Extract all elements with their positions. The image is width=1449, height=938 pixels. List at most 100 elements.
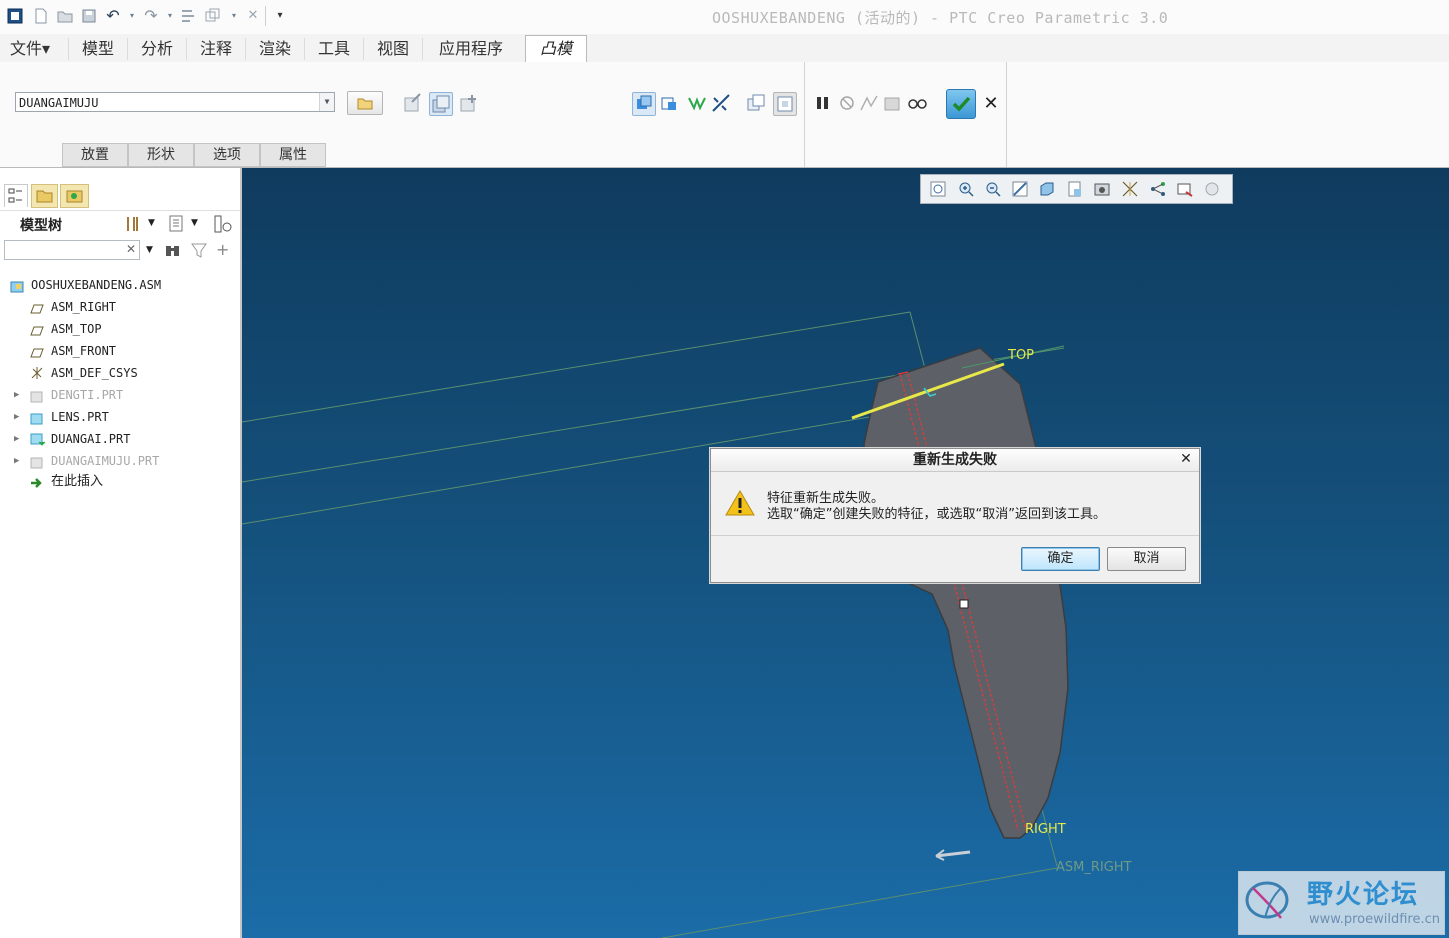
feature-preview-icon[interactable] <box>882 92 904 114</box>
accept-button[interactable] <box>946 89 976 119</box>
insert-arrow-icon <box>30 476 44 488</box>
find-binoculars-icon[interactable] <box>164 240 182 260</box>
refit-icon[interactable] <box>929 180 947 198</box>
windows-icon[interactable] <box>205 8 221 24</box>
expand-arrow-icon[interactable]: ▶ <box>14 385 22 405</box>
close-window-icon[interactable]: ✕ <box>245 8 261 24</box>
tab-render[interactable]: 渲染 <box>245 38 304 60</box>
search-dropdown-icon[interactable]: ▼ <box>146 245 153 255</box>
tree-item-label: DUANGAI.PRT <box>51 432 131 446</box>
subtab-options[interactable]: 选项 <box>194 143 260 167</box>
part-icon <box>30 411 44 425</box>
windows-dropdown-icon[interactable]: ▾ <box>226 8 242 24</box>
tab-view[interactable]: 视图 <box>363 38 422 60</box>
appearance-icon[interactable] <box>1203 180 1221 198</box>
app-icon[interactable] <box>7 8 23 24</box>
dialog-separator <box>711 535 1199 536</box>
spin-center-icon[interactable] <box>1176 180 1194 198</box>
datum-display-icon[interactable] <box>1121 180 1139 198</box>
tree-item-label: LENS.PRT <box>51 410 109 424</box>
checkmark-icon <box>952 96 971 112</box>
tab-model[interactable]: 模型 <box>68 38 127 60</box>
display-style-icon[interactable] <box>1038 180 1056 198</box>
sketch-plane-icon[interactable] <box>745 92 767 114</box>
title-bar: ↶ ▾ ↷ ▾ ▾ ✕ ▾ OOSHUXEBANDENG (活动的) - PTC… <box>0 0 1449 34</box>
model-tree-tab-icon[interactable] <box>4 184 28 207</box>
expand-arrow-icon[interactable]: ▶ <box>14 407 22 427</box>
cancel-button[interactable]: 取消 <box>1107 547 1186 571</box>
forum-name: 野火论坛 <box>1307 880 1420 910</box>
no-preview-icon[interactable] <box>836 92 858 114</box>
tree-item-label: ASM_DEF_CSYS <box>51 366 138 380</box>
favorites-tab-icon[interactable] <box>60 184 89 208</box>
forum-logo-icon <box>1245 881 1289 919</box>
undo-dropdown-icon[interactable]: ▾ <box>124 8 140 24</box>
forum-watermark: 野火论坛 www.proewildfire.cn <box>1238 871 1445 935</box>
save-icon[interactable] <box>81 8 97 24</box>
expand-arrow-icon[interactable]: ▶ <box>14 429 22 449</box>
subtab-shape[interactable]: 形状 <box>128 143 194 167</box>
datum-plane-icon <box>30 301 44 314</box>
tab-tools[interactable]: 工具 <box>304 38 363 60</box>
sketch-view-icon[interactable] <box>773 92 797 116</box>
filter-icon[interactable] <box>190 240 208 260</box>
tab-annotate[interactable]: 注释 <box>186 38 245 60</box>
zoom-in-icon[interactable] <box>957 180 975 198</box>
tree-search-input[interactable]: ✕ <box>4 240 140 260</box>
right-datum-label: RIGHT <box>1025 822 1066 837</box>
verify-glasses-icon[interactable] <box>906 92 928 114</box>
show-dropdown-icon[interactable]: ▼ <box>191 218 198 228</box>
tree-settings-icon[interactable] <box>124 214 142 234</box>
saved-views-icon[interactable] <box>1066 180 1084 198</box>
expand-arrow-icon[interactable]: ▶ <box>14 451 22 471</box>
tab-file[interactable]: 文件▾ <box>0 38 60 60</box>
extrude-surface-icon[interactable] <box>658 92 680 114</box>
selection-marker[interactable] <box>959 599 969 609</box>
subtab-placement[interactable]: 放置 <box>62 143 128 167</box>
define-sketch-icon[interactable] <box>458 92 480 114</box>
tree-item-label: DENGTI.PRT <box>51 388 124 402</box>
flip-direction-icon[interactable] <box>710 92 732 114</box>
clear-search-icon[interactable]: ✕ <box>126 242 136 256</box>
subtab-properties[interactable]: 属性 <box>260 143 326 167</box>
cancel-feature-icon[interactable]: ✕ <box>980 93 1002 115</box>
open-folder-button[interactable] <box>347 91 383 115</box>
tab-punch[interactable]: 凸模 <box>525 35 587 63</box>
tab-applications[interactable]: 应用程序 <box>422 38 519 60</box>
customize-quick-access-icon[interactable]: ▾ <box>272 8 288 24</box>
repaint-icon[interactable] <box>1011 180 1029 198</box>
extrude-solid-icon[interactable] <box>632 92 656 116</box>
undo-icon[interactable]: ↶ <box>105 8 121 24</box>
tree-settings-dropdown-icon[interactable]: ▼ <box>148 218 155 228</box>
show-options-icon[interactable] <box>167 214 185 234</box>
folder-browser-tab-icon[interactable] <box>31 184 58 208</box>
datum-plane-edge <box>661 867 1058 938</box>
redo-dropdown-icon[interactable]: ▾ <box>162 8 178 24</box>
annotation-display-icon[interactable] <box>1149 180 1167 198</box>
ok-button[interactable]: 确定 <box>1021 547 1100 571</box>
close-icon[interactable]: ✕ <box>1179 451 1193 467</box>
quick-access-separator <box>265 6 266 26</box>
top-datum-label: TOP <box>1008 348 1035 363</box>
edit-sketch-icon[interactable] <box>402 92 424 114</box>
csys-icon <box>30 366 44 379</box>
new-file-icon[interactable] <box>33 8 49 24</box>
pause-icon[interactable] <box>812 92 834 114</box>
assembly-icon <box>10 279 24 293</box>
geometry-preview-icon[interactable] <box>858 92 880 114</box>
open-file-icon[interactable] <box>57 8 73 24</box>
project-icon[interactable] <box>686 92 708 114</box>
add-icon[interactable]: + <box>216 240 229 259</box>
part-icon <box>30 389 44 403</box>
ribbon-tab-row: 文件▾ 模型 分析 注释 渲染 工具 视图 应用程序 凸模 <box>0 34 1449 63</box>
chevron-down-icon[interactable]: ▼ <box>319 93 334 111</box>
tree-columns-icon[interactable] <box>213 214 233 234</box>
reference-sketch-icon[interactable] <box>429 92 453 116</box>
redo-icon[interactable]: ↷ <box>143 8 159 24</box>
view-manager-icon[interactable] <box>1093 180 1111 198</box>
part-combo[interactable]: DUANGAIMUJU ▼ <box>15 92 335 112</box>
zoom-out-icon[interactable] <box>984 180 1002 198</box>
navigator-panel: 模型树 ▼ ▼ ✕ ▼ + OOSHUXEBANDENG.ASM ASM_RIG… <box>0 168 242 938</box>
regenerate-icon[interactable] <box>180 8 196 24</box>
tab-analysis[interactable]: 分析 <box>127 38 186 60</box>
